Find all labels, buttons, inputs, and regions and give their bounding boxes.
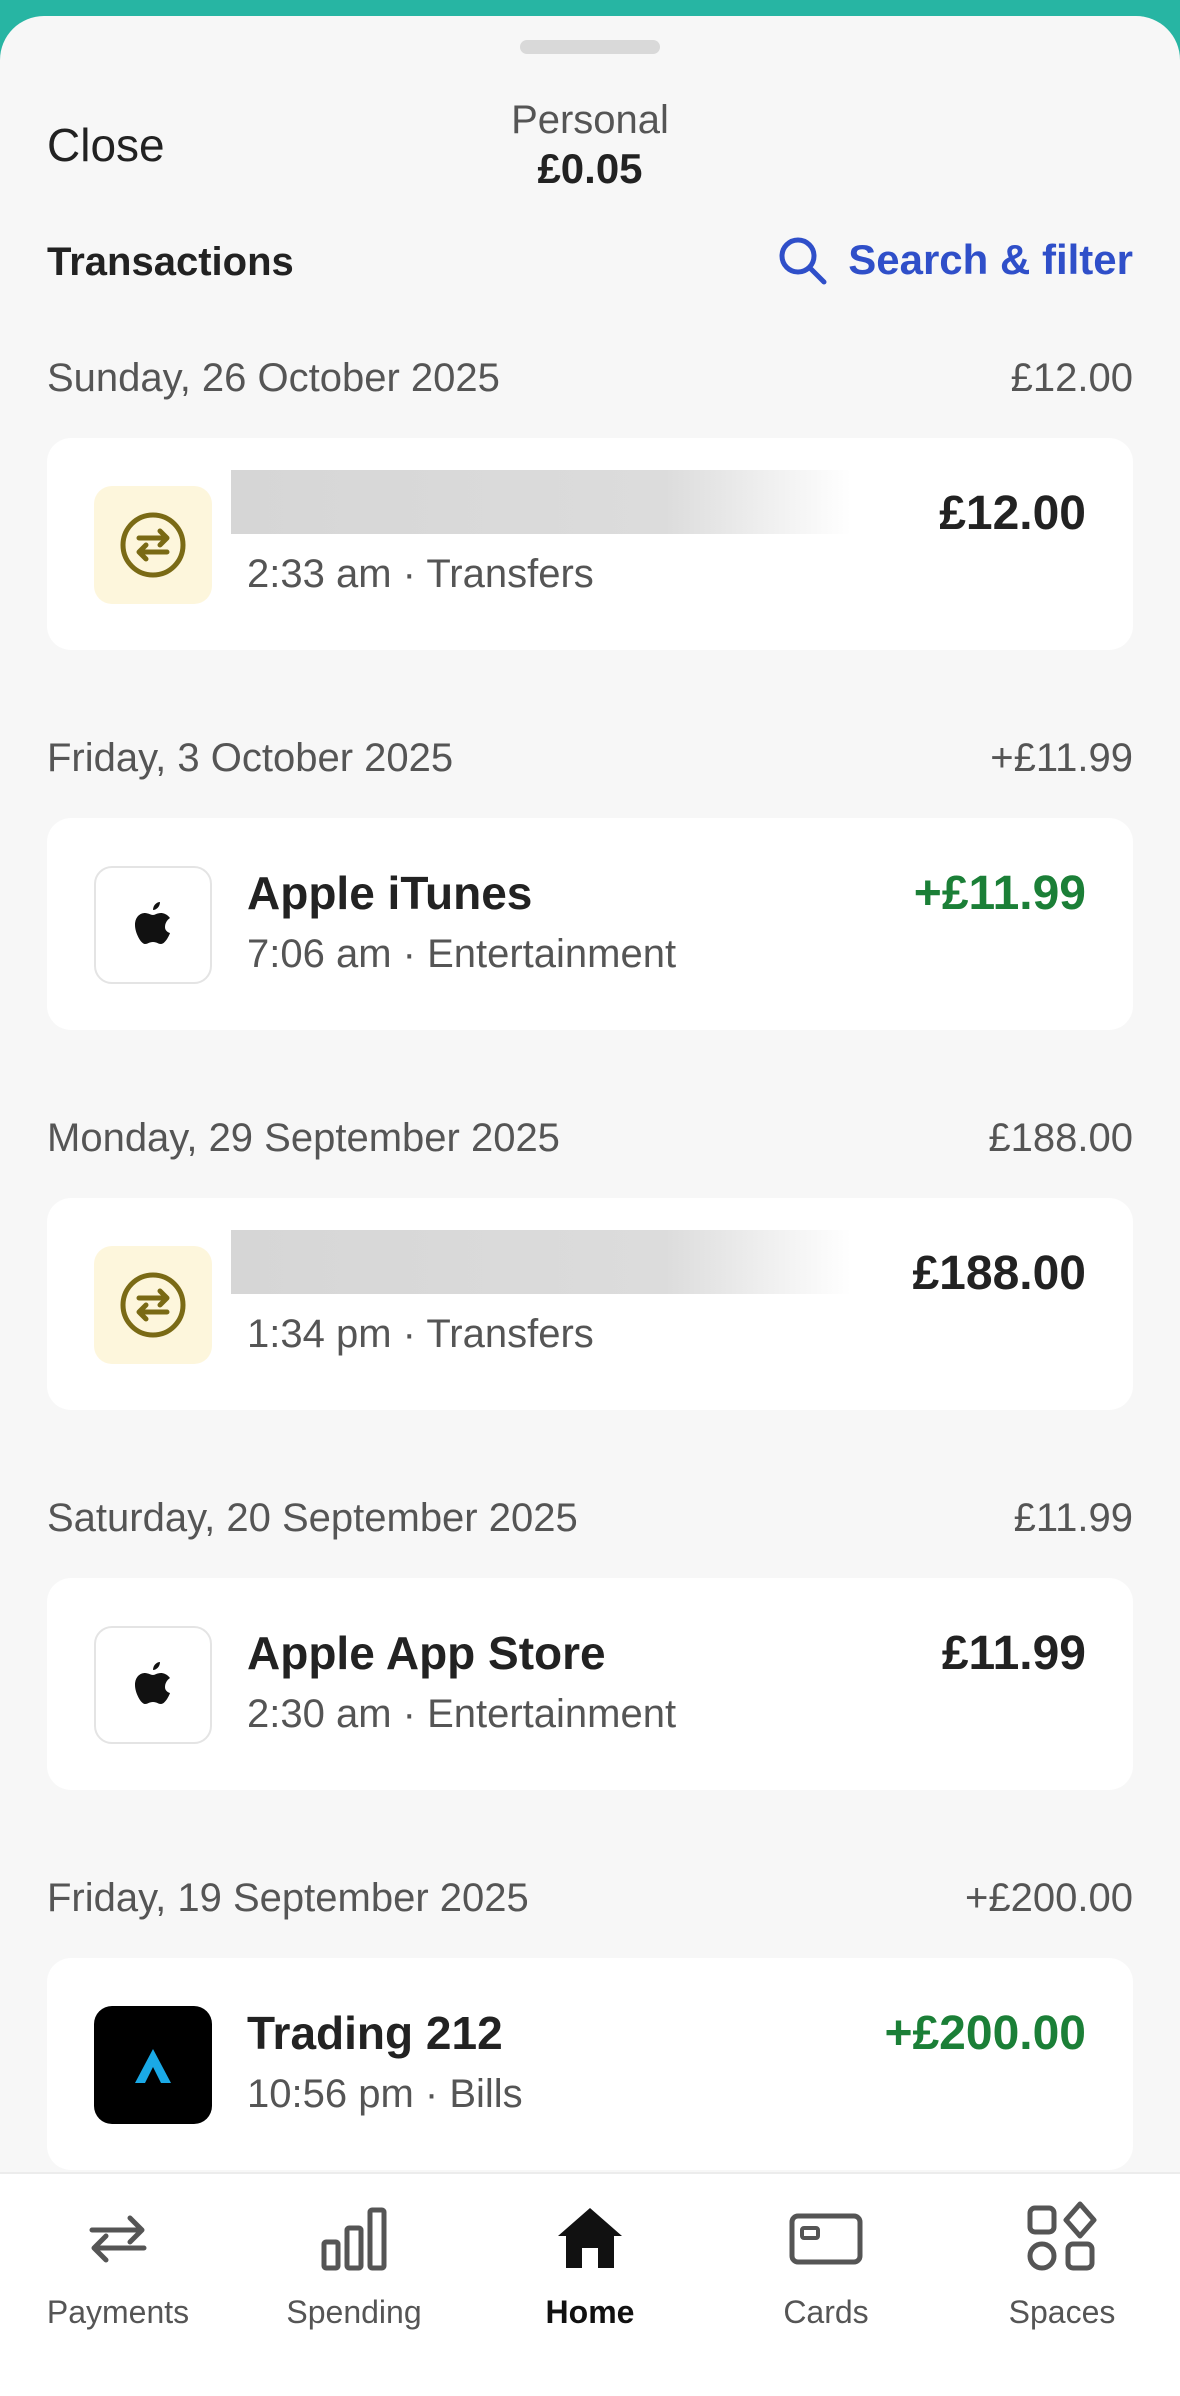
group-date: Sunday, 26 October 2025 [47, 356, 500, 400]
transaction-meta: 2:30 am · Entertainment [247, 1692, 677, 1736]
date-row: Sunday, 26 October 2025 £12.00 [47, 356, 1133, 401]
group-date: Friday, 3 October 2025 [47, 736, 454, 780]
date-row: Monday, 29 September 2025 £188.00 [47, 1116, 1133, 1161]
transaction-card[interactable]: Apple App Store 2:30 am · Entertainment … [47, 1578, 1133, 1790]
transfer-icon [94, 486, 212, 604]
transaction-meta: 2:33 am · Transfers [247, 552, 594, 596]
tab-spaces[interactable]: Spaces [944, 2198, 1180, 2331]
card-icon [789, 2213, 863, 2265]
date-row: Friday, 19 September 2025 +£200.00 [47, 1876, 1133, 1921]
tab-label: Spaces [1008, 2294, 1116, 2330]
transaction-meta: 7:06 am · Entertainment [247, 932, 677, 976]
search-filter-label: Search & filter [848, 236, 1133, 283]
group-total: +£200.00 [965, 1876, 1133, 1920]
bar-chart-icon [321, 2207, 387, 2271]
sheet-grabber[interactable] [520, 40, 660, 54]
transaction-card[interactable]: Trading 212 10:56 pm · Bills +£200.00 [47, 1958, 1133, 2170]
bottom-tab-bar: Payments Spending Home Cards Spaces [0, 2172, 1180, 2396]
group-total: £11.99 [1013, 1496, 1133, 1540]
transaction-amount: £12.00 [939, 487, 1086, 540]
group-date: Saturday, 20 September 2025 [47, 1496, 578, 1540]
tab-spending[interactable]: Spending [236, 2198, 472, 2331]
tab-label: Home [545, 2294, 635, 2330]
redacted-name [231, 470, 851, 534]
account-summary: Personal £0.05 [390, 96, 790, 194]
transaction-amount: £188.00 [912, 1247, 1086, 1300]
group-total: £188.00 [988, 1116, 1133, 1160]
trading-212-logo-icon [94, 2006, 212, 2124]
section-title: Transactions [47, 240, 294, 284]
transaction-amount: £11.99 [941, 1627, 1086, 1680]
transactions-sheet: Close Personal £0.05 Transactions Search… [0, 16, 1180, 2396]
transaction-card[interactable]: 1:34 pm · Transfers £188.00 [47, 1198, 1133, 1410]
account-name: Personal [511, 98, 669, 142]
search-filter-button[interactable]: Search & filter [776, 234, 1133, 286]
tab-payments[interactable]: Payments [0, 2198, 236, 2331]
tab-label: Spending [286, 2294, 422, 2330]
tab-label: Payments [46, 2294, 190, 2330]
transaction-card[interactable]: Apple iTunes 7:06 am · Entertainment +£1… [47, 818, 1133, 1030]
transaction-amount: +£200.00 [884, 2007, 1086, 2060]
tab-label: Cards [783, 2294, 869, 2330]
home-icon [558, 2208, 622, 2268]
date-row: Friday, 3 October 2025 +£11.99 [47, 736, 1133, 781]
close-button[interactable]: Close [47, 118, 165, 172]
group-date: Monday, 29 September 2025 [47, 1116, 560, 1160]
tab-cards[interactable]: Cards [708, 2198, 944, 2331]
transaction-name: Trading 212 [247, 2007, 503, 2059]
apple-logo-icon [94, 1626, 212, 1744]
group-date: Friday, 19 September 2025 [47, 1876, 529, 1920]
transaction-amount: +£11.99 [913, 867, 1086, 920]
payments-arrows-icon [89, 2215, 147, 2263]
transaction-card[interactable]: 2:33 am · Transfers £12.00 [47, 438, 1133, 650]
search-icon [779, 237, 827, 285]
redacted-name [231, 1230, 851, 1294]
transaction-meta: 1:34 pm · Transfers [247, 1312, 594, 1356]
account-balance: £0.05 [537, 145, 643, 192]
transaction-meta: 10:56 pm · Bills [247, 2072, 523, 2116]
transaction-name: Apple iTunes [247, 867, 533, 919]
tab-home[interactable]: Home [472, 2198, 708, 2331]
transaction-name: Apple App Store [247, 1627, 606, 1679]
apple-logo-icon [94, 866, 212, 984]
date-row: Saturday, 20 September 2025 £11.99 [47, 1496, 1133, 1541]
group-total: £12.00 [1010, 356, 1133, 400]
spaces-grid-icon [1027, 2201, 1097, 2271]
group-total: +£11.99 [990, 736, 1133, 780]
transfer-icon [94, 1246, 212, 1364]
